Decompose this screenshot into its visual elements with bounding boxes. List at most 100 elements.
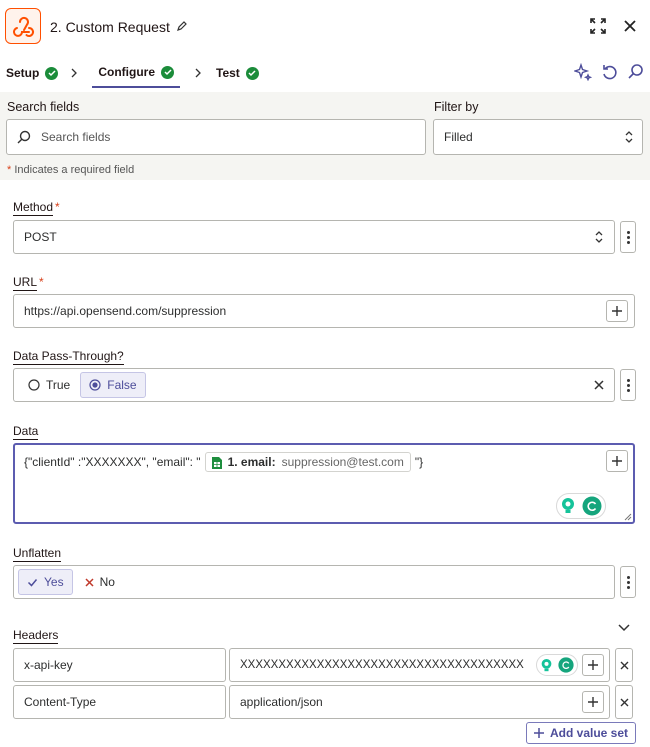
url-input[interactable]: https://api.opensend.com/suppression (13, 294, 635, 328)
tab-test-label: Test (216, 66, 240, 80)
headers-label-text: Headers (13, 628, 59, 644)
clear-selection-icon[interactable] (594, 380, 604, 390)
unflatten-no-label: No (99, 575, 115, 589)
plus-icon (612, 456, 622, 466)
unflatten-yes-option[interactable]: Yes (18, 569, 73, 595)
check-circle-icon (45, 66, 59, 80)
grammarly-widget[interactable] (556, 493, 606, 519)
search-fields-label: Search fields (7, 100, 80, 114)
header-value-input[interactable]: XXXXXXXXXXXXXXXXXXXXXXXXXXXXXXXXXXXXX (229, 648, 610, 682)
method-more-menu[interactable] (620, 221, 636, 253)
add-value-set-label: Add value set (549, 726, 629, 740)
plus-icon (533, 728, 544, 738)
data-textarea[interactable]: {"clientId" :"XXXXXXX", "email": " 1. em… (13, 443, 635, 524)
plus-icon (588, 697, 598, 707)
x-mark-icon (85, 577, 94, 587)
unflatten-more-menu[interactable] (620, 566, 636, 598)
pass-through-more-menu[interactable] (620, 369, 636, 401)
pill-value: suppression@test.com (281, 455, 404, 469)
lightbulb-icon (541, 658, 552, 671)
header-value-insert-button[interactable] (582, 654, 604, 676)
header-value-text: XXXXXXXXXXXXXXXXXXXXXXXXXXXXXXXXXXXXX (240, 659, 524, 671)
edit-pencil-icon[interactable] (176, 19, 188, 35)
tab-test[interactable]: Test (210, 58, 265, 88)
method-label-text: Method (13, 200, 54, 216)
grammarly-icon (558, 657, 574, 673)
header-key-input[interactable]: Content-Type (13, 685, 226, 719)
url-insert-data-button[interactable] (606, 300, 628, 322)
header-key-input[interactable]: x-api-key (13, 648, 226, 682)
expand-icon[interactable] (588, 16, 608, 36)
required-note-text: Indicates a required field (14, 164, 135, 176)
chevron-up-down-icon (624, 130, 642, 144)
unflatten-label: Unflatten (13, 546, 62, 562)
data-label: Data (13, 424, 39, 440)
step-tabs: Setup Configure Test (0, 58, 650, 88)
check-circle-icon (245, 66, 259, 80)
unflatten-toggle-group: Yes No (13, 565, 615, 599)
filter-select-value: Filled (444, 130, 473, 144)
required-star: * (7, 164, 12, 176)
url-label-text: URL (13, 275, 38, 291)
filter-select[interactable]: Filled (433, 119, 643, 155)
method-value: POST (24, 230, 57, 244)
tab-setup[interactable]: Setup (0, 58, 64, 88)
chevron-right-icon (188, 68, 208, 78)
data-content: {"clientId" :"XXXXXXX", "email": " 1. em… (24, 451, 423, 473)
radio-true[interactable]: True (20, 372, 78, 398)
tab-configure[interactable]: Configure (92, 58, 181, 88)
url-value: https://api.opensend.com/suppression (24, 304, 227, 318)
required-note: * Indicates a required field (7, 164, 134, 176)
filter-by-label: Filter by (434, 100, 479, 114)
unflatten-label-text: Unflatten (13, 546, 62, 562)
grammarly-widget[interactable] (536, 654, 578, 676)
remove-header-row-button[interactable] (615, 648, 633, 682)
chevron-up-down-icon (594, 230, 614, 244)
close-icon (620, 661, 628, 669)
close-icon[interactable] (620, 16, 640, 36)
lightbulb-icon (562, 498, 574, 513)
search-icon[interactable] (627, 63, 645, 84)
tab-setup-label: Setup (6, 66, 40, 80)
remove-header-row-button[interactable] (615, 685, 633, 719)
header-key-value: x-api-key (24, 658, 73, 672)
data-text-before: {"clientId" :"XXXXXXX", "email": " (24, 455, 201, 469)
step-title: 2. Custom Request (50, 18, 188, 36)
refresh-icon[interactable] (601, 63, 619, 84)
plus-icon (612, 306, 622, 316)
mapped-field-pill[interactable]: 1. email: suppression@test.com (204, 452, 411, 472)
required-star: * (39, 275, 44, 289)
grammarly-icon (582, 496, 602, 516)
radio-true-label: True (46, 378, 71, 392)
check-circle-icon (161, 65, 175, 79)
search-placeholder: Search fields (41, 130, 111, 144)
webhook-app-icon (5, 8, 41, 44)
pass-through-label-text: Data Pass-Through? (13, 349, 124, 365)
unflatten-yes-label: Yes (44, 575, 64, 589)
header-value-text: application/json (240, 695, 323, 709)
collapse-chevron-icon[interactable] (617, 623, 631, 633)
pill-label: 1. email: (227, 455, 276, 469)
data-insert-data-button[interactable] (606, 450, 628, 472)
search-input[interactable]: Search fields (6, 119, 426, 155)
resize-handle-icon[interactable] (624, 513, 632, 521)
add-value-set-button[interactable]: Add value set (526, 722, 636, 744)
plus-icon (588, 660, 598, 670)
unflatten-no-option[interactable]: No (77, 569, 123, 595)
search-icon (7, 130, 31, 144)
radio-selected-icon (89, 379, 101, 391)
radio-false-label: False (107, 378, 137, 392)
header-value-insert-button[interactable] (582, 691, 604, 713)
method-label: Method * (13, 200, 60, 216)
close-icon (620, 698, 628, 706)
header-value-input[interactable]: application/json (229, 685, 610, 719)
header-key-value: Content-Type (24, 695, 97, 709)
method-select[interactable]: POST (13, 220, 615, 254)
radio-false[interactable]: False (80, 372, 146, 398)
sheets-icon (211, 456, 222, 469)
data-label-text: Data (13, 424, 39, 440)
ai-sparkle-icon[interactable] (572, 62, 593, 84)
pass-through-label: Data Pass-Through? (13, 349, 124, 365)
step-title-text: 2. Custom Request (50, 19, 170, 35)
radio-empty-icon (28, 379, 40, 391)
